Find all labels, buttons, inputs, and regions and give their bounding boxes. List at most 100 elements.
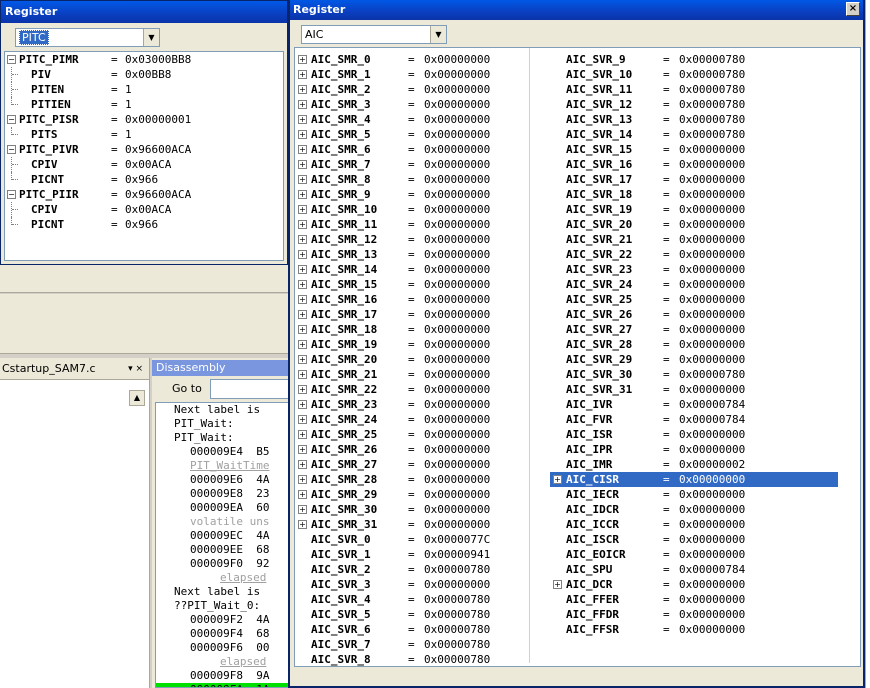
expand-icon[interactable]: +: [298, 475, 307, 484]
disassembly-line[interactable]: 000009F8 9A: [156, 669, 291, 683]
register-row[interactable]: AIC_SVR_19 = 0x00000000: [550, 202, 838, 217]
register-row[interactable]: AIC_SVR_24 = 0x00000000: [550, 277, 838, 292]
register-row[interactable]: AIC_SVR_25 = 0x00000000: [550, 292, 838, 307]
register-row[interactable]: AIC_SVR_5 = 0x00000780: [295, 607, 527, 622]
expand-icon[interactable]: +: [298, 355, 307, 364]
register-row[interactable]: + AIC_SMR_15 = 0x00000000: [295, 277, 527, 292]
expand-icon[interactable]: +: [298, 175, 307, 184]
disassembly-line[interactable]: 000009E4 B5: [156, 445, 291, 459]
file-tab-cstartup[interactable]: Cstartup_SAM7.c ▾ ×: [0, 358, 149, 380]
register-row[interactable]: + AIC_SMR_26 = 0x00000000: [295, 442, 527, 457]
register-row[interactable]: − PITC_PIVR = 0x96600ACA: [5, 142, 283, 157]
expand-icon[interactable]: +: [298, 490, 307, 499]
register-row[interactable]: + AIC_SMR_28 = 0x00000000: [295, 472, 527, 487]
close-icon[interactable]: ×: [846, 2, 860, 16]
register-row[interactable]: + AIC_SMR_21 = 0x00000000: [295, 367, 527, 382]
disassembly-line[interactable]: 000009F6 00: [156, 641, 291, 655]
expand-icon[interactable]: +: [298, 160, 307, 169]
expand-icon[interactable]: +: [298, 400, 307, 409]
register-row[interactable]: + AIC_SMR_16 = 0x00000000: [295, 292, 527, 307]
register-row[interactable]: + AIC_SMR_23 = 0x00000000: [295, 397, 527, 412]
register-row[interactable]: AIC_SVR_3 = 0x00000000: [295, 577, 527, 592]
register-row[interactable]: AIC_IMR = 0x00000002: [550, 457, 838, 472]
goto-input[interactable]: [210, 379, 292, 399]
aic-register-list[interactable]: + AIC_SMR_0 = 0x00000000 + AIC_SMR_1 = 0x000000…: [294, 47, 861, 667]
register-row[interactable]: + AIC_SMR_3 = 0x00000000: [295, 97, 527, 112]
expand-icon[interactable]: +: [298, 55, 307, 64]
register-row[interactable]: AIC_SVR_0 = 0x0000077C: [295, 532, 527, 547]
disassembly-code[interactable]: Next label is PIT_Wait: PIT_Wait: 000009E4 …: [155, 402, 292, 688]
disassembly-line[interactable]: 000009EE 68: [156, 543, 291, 557]
disassembly-line[interactable]: Next label is: [156, 585, 291, 599]
register-row[interactable]: + AIC_SMR_31 = 0x00000000: [295, 517, 527, 532]
aic-window-title[interactable]: Register: [290, 0, 863, 20]
register-row[interactable]: AIC_SVR_13 = 0x00000780: [550, 112, 838, 127]
expand-icon[interactable]: +: [298, 85, 307, 94]
file-tab-controls[interactable]: ▾ ×: [128, 358, 143, 380]
register-row[interactable]: AIC_SVR_2 = 0x00000780: [295, 562, 527, 577]
expand-icon[interactable]: +: [553, 580, 562, 589]
expand-icon[interactable]: +: [298, 220, 307, 229]
register-row[interactable]: AIC_SVR_14 = 0x00000780: [550, 127, 838, 142]
register-row[interactable]: AIC_SVR_20 = 0x00000000: [550, 217, 838, 232]
disassembly-line[interactable]: 000009E8 23: [156, 487, 291, 501]
register-row[interactable]: AIC_SVR_4 = 0x00000780: [295, 592, 527, 607]
collapse-icon[interactable]: −: [7, 190, 16, 199]
register-row[interactable]: AIC_SVR_1 = 0x00000941: [295, 547, 527, 562]
disassembly-title[interactable]: Disassembly: [152, 360, 292, 376]
pitc-peripheral-select[interactable]: PITC ▼: [15, 28, 160, 47]
register-row[interactable]: AIC_SVR_30 = 0x00000780: [550, 367, 838, 382]
register-row[interactable]: + AIC_SMR_24 = 0x00000000: [295, 412, 527, 427]
register-row[interactable]: AIC_SVR_9 = 0x00000780: [550, 52, 838, 67]
register-field-row[interactable]: PITEN = 1: [5, 82, 283, 97]
register-row[interactable]: + AIC_SMR_17 = 0x00000000: [295, 307, 527, 322]
register-field-row[interactable]: PIV = 0x00BB8: [5, 67, 283, 82]
register-row[interactable]: AIC_SVR_27 = 0x00000000: [550, 322, 838, 337]
register-row[interactable]: AIC_IDCR = 0x00000000: [550, 502, 838, 517]
register-row[interactable]: + AIC_SMR_10 = 0x00000000: [295, 202, 527, 217]
disassembly-line[interactable]: ??PIT_Wait_0:: [156, 599, 291, 613]
expand-icon[interactable]: +: [298, 280, 307, 289]
register-row[interactable]: AIC_SPU = 0x00000784: [550, 562, 838, 577]
expand-icon[interactable]: +: [298, 460, 307, 469]
register-row[interactable]: AIC_ISR = 0x00000000: [550, 427, 838, 442]
register-row[interactable]: + AIC_SMR_27 = 0x00000000: [295, 457, 527, 472]
disassembly-line[interactable]: PIT_Wait:: [156, 417, 291, 431]
register-field-row[interactable]: CPIV = 0x00ACA: [5, 157, 283, 172]
expand-icon[interactable]: +: [298, 115, 307, 124]
register-row[interactable]: AIC_SVR_29 = 0x00000000: [550, 352, 838, 367]
expand-icon[interactable]: +: [298, 70, 307, 79]
aic-peripheral-select[interactable]: AIC ▼: [301, 25, 447, 44]
register-row[interactable]: + AIC_SMR_1 = 0x00000000: [295, 67, 527, 82]
disassembly-line[interactable]: elapsed: [156, 571, 291, 585]
register-row[interactable]: + AIC_SMR_22 = 0x00000000: [295, 382, 527, 397]
register-field-row[interactable]: PITIEN = 1: [5, 97, 283, 112]
register-row[interactable]: AIC_FFER = 0x00000000: [550, 592, 838, 607]
disassembly-line[interactable]: 000009F0 92: [156, 557, 291, 571]
expand-icon[interactable]: +: [298, 250, 307, 259]
register-row[interactable]: + AIC_SMR_19 = 0x00000000: [295, 337, 527, 352]
expand-icon[interactable]: +: [298, 385, 307, 394]
register-row[interactable]: AIC_SVR_26 = 0x00000000: [550, 307, 838, 322]
disassembly-line[interactable]: 000009EA 60: [156, 501, 291, 515]
disassembly-line[interactable]: PIT_WaitTime: [156, 459, 291, 473]
disassembly-line[interactable]: 000009F2 4A: [156, 613, 291, 627]
collapse-icon[interactable]: −: [7, 145, 16, 154]
register-row[interactable]: − PITC_PIMR = 0x03000BB8: [5, 52, 283, 67]
expand-icon[interactable]: +: [298, 430, 307, 439]
register-row[interactable]: AIC_ICCR = 0x00000000: [550, 517, 838, 532]
register-row[interactable]: + AIC_SMR_4 = 0x00000000: [295, 112, 527, 127]
register-row[interactable]: AIC_SVR_11 = 0x00000780: [550, 82, 838, 97]
expand-icon[interactable]: +: [298, 520, 307, 529]
register-row[interactable]: + AIC_SMR_12 = 0x00000000: [295, 232, 527, 247]
expand-icon[interactable]: +: [553, 475, 562, 484]
expand-icon[interactable]: +: [298, 205, 307, 214]
register-row[interactable]: + AIC_SMR_0 = 0x00000000: [295, 52, 527, 67]
expand-icon[interactable]: +: [298, 340, 307, 349]
register-row[interactable]: AIC_SVR_28 = 0x00000000: [550, 337, 838, 352]
disassembly-line[interactable]: 000009F4 68: [156, 627, 291, 641]
expand-icon[interactable]: +: [298, 370, 307, 379]
register-row[interactable]: + AIC_SMR_13 = 0x00000000: [295, 247, 527, 262]
expand-icon[interactable]: +: [298, 100, 307, 109]
disassembly-line[interactable]: elapsed: [156, 655, 291, 669]
